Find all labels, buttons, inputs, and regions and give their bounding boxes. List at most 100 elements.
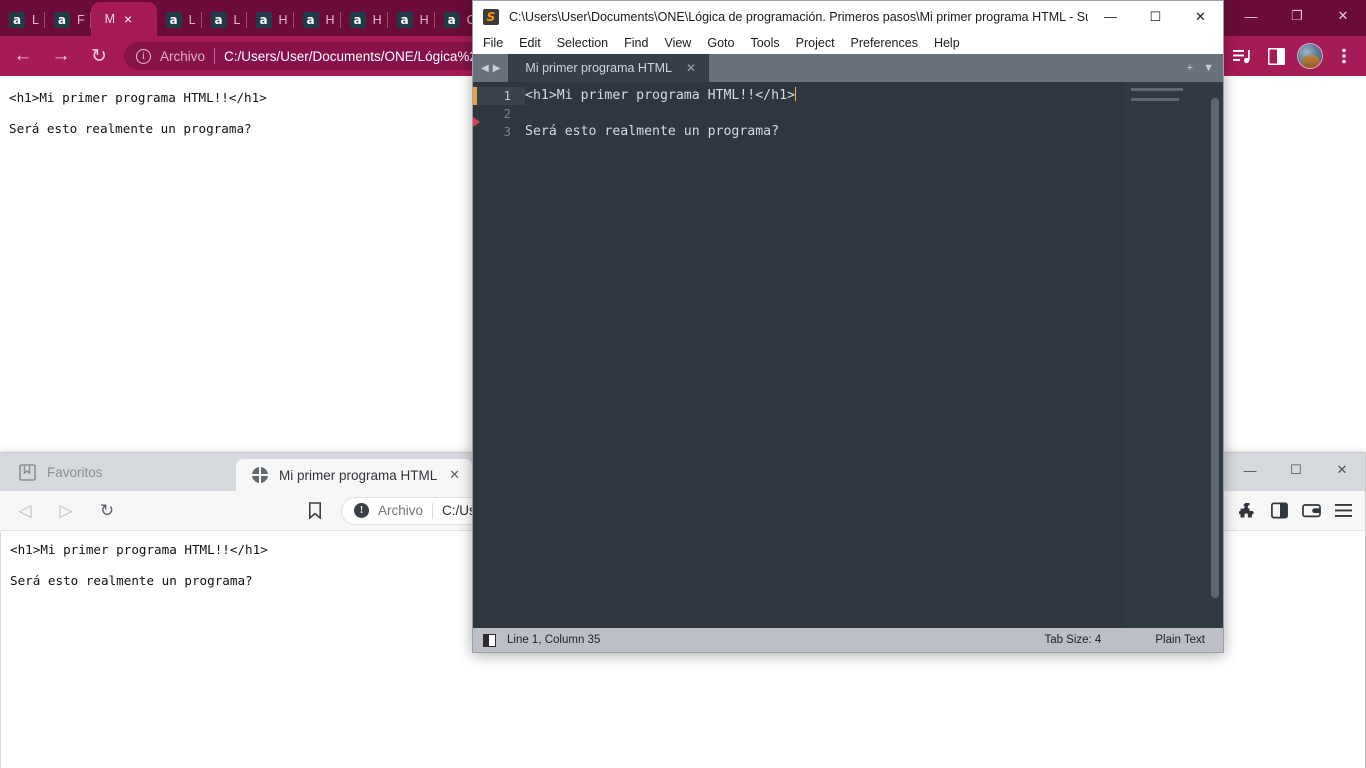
forward-icon[interactable]: →: [46, 41, 76, 71]
chrome-tab-7[interactable]: a H: [294, 4, 341, 36]
back-icon[interactable]: ←: [8, 41, 38, 71]
close-button[interactable]: ✕: [1178, 1, 1223, 32]
sublime-title-bar: S C:\Users\User\Documents\ONE\Lógica de …: [473, 1, 1223, 32]
sublime-tab-bar: ◀ ▶ Mi primer programa HTML ✕ + ▼: [473, 54, 1223, 82]
sublime-tab-title: Mi primer programa HTML: [525, 61, 672, 75]
bookmark-icon[interactable]: [299, 495, 331, 527]
menu-preferences[interactable]: Preferences: [851, 36, 918, 50]
close-button[interactable]: ✕: [1319, 453, 1365, 487]
close-icon[interactable]: ✕: [686, 61, 696, 75]
not-secure-icon[interactable]: !: [354, 503, 369, 518]
forward-icon[interactable]: ▷: [50, 495, 82, 527]
reload-icon[interactable]: ↻: [84, 41, 114, 71]
sublime-tabbar-right: + ▼: [1187, 54, 1223, 82]
close-button[interactable]: ✕: [1320, 0, 1366, 32]
tab-dropdown-icon[interactable]: ▼: [1203, 62, 1214, 74]
chrome-tab-2[interactable]: a F: [45, 4, 91, 36]
next-tab-icon[interactable]: ▶: [493, 63, 501, 74]
alura-favicon-icon: a: [349, 12, 366, 28]
tab-nav-arrows: ◀ ▶: [473, 54, 508, 82]
alura-favicon-icon: a: [255, 12, 272, 28]
sublime-window-controls: — ☐ ✕: [1088, 1, 1223, 32]
menu-find[interactable]: Find: [624, 36, 648, 50]
globe-icon: [252, 467, 268, 483]
menu-selection[interactable]: Selection: [557, 36, 608, 50]
new-tab-icon[interactable]: +: [1187, 62, 1193, 74]
maximize-button[interactable]: ☐: [1133, 1, 1178, 32]
menu-tools[interactable]: Tools: [750, 36, 779, 50]
maximize-button[interactable]: ☐: [1273, 453, 1319, 487]
code-area[interactable]: <h1>Mi primer programa HTML!!</h1> Será …: [525, 82, 1125, 628]
chrome-tab-6[interactable]: a H: [247, 4, 294, 36]
chrome-tab-9[interactable]: a H: [388, 4, 435, 36]
menu-project[interactable]: Project: [796, 36, 835, 50]
favorites-label: Favoritos: [47, 464, 103, 480]
minimap-line: [1131, 88, 1183, 91]
window-title: C:\Users\User\Documents\ONE\Lógica de pr…: [509, 9, 1088, 24]
close-icon[interactable]: ✕: [449, 467, 460, 483]
chrome-tab-1[interactable]: a L: [0, 4, 45, 36]
sidebar-toggle-icon[interactable]: [483, 633, 496, 647]
info-icon[interactable]: i: [136, 48, 151, 64]
chrome-tab-label: L: [233, 13, 241, 27]
edge-window-controls: — ☐ ✕: [1227, 453, 1365, 487]
chrome-tab-4[interactable]: a L: [157, 4, 202, 36]
alura-favicon-icon: a: [165, 12, 182, 28]
alura-favicon-icon: a: [443, 12, 460, 28]
chrome-tab-active-mi-primer-programa[interactable]: M ×: [90, 2, 157, 36]
chrome-tab-label: H: [325, 13, 335, 27]
collections-icon[interactable]: [1295, 495, 1327, 527]
edge-tab-active[interactable]: Mi primer programa HTML ✕: [236, 459, 472, 491]
minimize-button[interactable]: —: [1088, 1, 1133, 32]
menu-goto[interactable]: Goto: [707, 36, 734, 50]
profile-avatar[interactable]: [1294, 40, 1326, 72]
code-line-1: <h1>Mi primer programa HTML!!</h1>: [525, 87, 1125, 105]
back-icon[interactable]: ◁: [9, 495, 41, 527]
reload-icon[interactable]: ↻: [91, 495, 123, 527]
sublime-logo-icon: S: [483, 8, 499, 25]
line-number: 3: [503, 124, 511, 139]
media-control-icon[interactable]: [1226, 40, 1258, 72]
minimize-button[interactable]: —: [1227, 453, 1273, 487]
favorites-button[interactable]: Favoritos: [0, 453, 236, 491]
close-icon[interactable]: ×: [124, 12, 132, 26]
chrome-menu-icon[interactable]: [1328, 40, 1360, 72]
tab-size-label[interactable]: Tab Size: 4: [1044, 634, 1101, 646]
side-panel-icon[interactable]: [1260, 40, 1292, 72]
syntax-label[interactable]: Plain Text: [1155, 634, 1205, 646]
chrome-tab-label: F: [76, 13, 85, 27]
omnibox-divider: [432, 502, 434, 519]
menu-help[interactable]: Help: [934, 36, 960, 50]
edge-toolbar-right: [1231, 495, 1359, 527]
menu-view[interactable]: View: [664, 36, 691, 50]
minimize-button[interactable]: —: [1228, 0, 1274, 32]
code-line-3: Será esto realmente un programa?: [525, 124, 780, 139]
edge-tab-title: Mi primer programa HTML: [279, 467, 438, 483]
split-screen-icon[interactable]: [1263, 495, 1295, 527]
minimap-scrollbar[interactable]: [1211, 98, 1219, 598]
bookmark-marker-icon: [473, 117, 480, 127]
alura-favicon-icon: a: [210, 12, 227, 28]
chrome-tab-label: M: [104, 12, 116, 26]
cursor-position: Line 1, Column 35: [507, 634, 601, 646]
text-caret: [794, 87, 797, 101]
menu-edit[interactable]: Edit: [519, 36, 541, 50]
line-number: 2: [503, 106, 511, 121]
edge-menu-icon[interactable]: [1327, 495, 1359, 527]
chrome-tab-label: L: [32, 13, 39, 27]
prev-tab-icon[interactable]: ◀: [481, 63, 489, 74]
favorites-icon: [19, 463, 36, 481]
maximize-button[interactable]: ❐: [1274, 0, 1320, 32]
extensions-puzzle-icon[interactable]: [1231, 495, 1263, 527]
editor-minimap[interactable]: [1125, 82, 1223, 628]
sublime-text-window: S C:\Users\User\Documents\ONE\Lógica de …: [472, 0, 1224, 653]
sublime-status-bar: Line 1, Column 35 Tab Size: 4 Plain Text: [473, 628, 1223, 652]
alura-favicon-icon: a: [396, 12, 413, 28]
chrome-tab-8[interactable]: a H: [341, 4, 388, 36]
chrome-tab-5[interactable]: a L: [202, 4, 247, 36]
chrome-tab-label: L: [188, 13, 196, 27]
menu-file[interactable]: File: [483, 36, 503, 50]
sublime-tab-active[interactable]: Mi primer programa HTML ✕: [508, 54, 710, 82]
modified-line-marker-icon: [473, 87, 477, 105]
